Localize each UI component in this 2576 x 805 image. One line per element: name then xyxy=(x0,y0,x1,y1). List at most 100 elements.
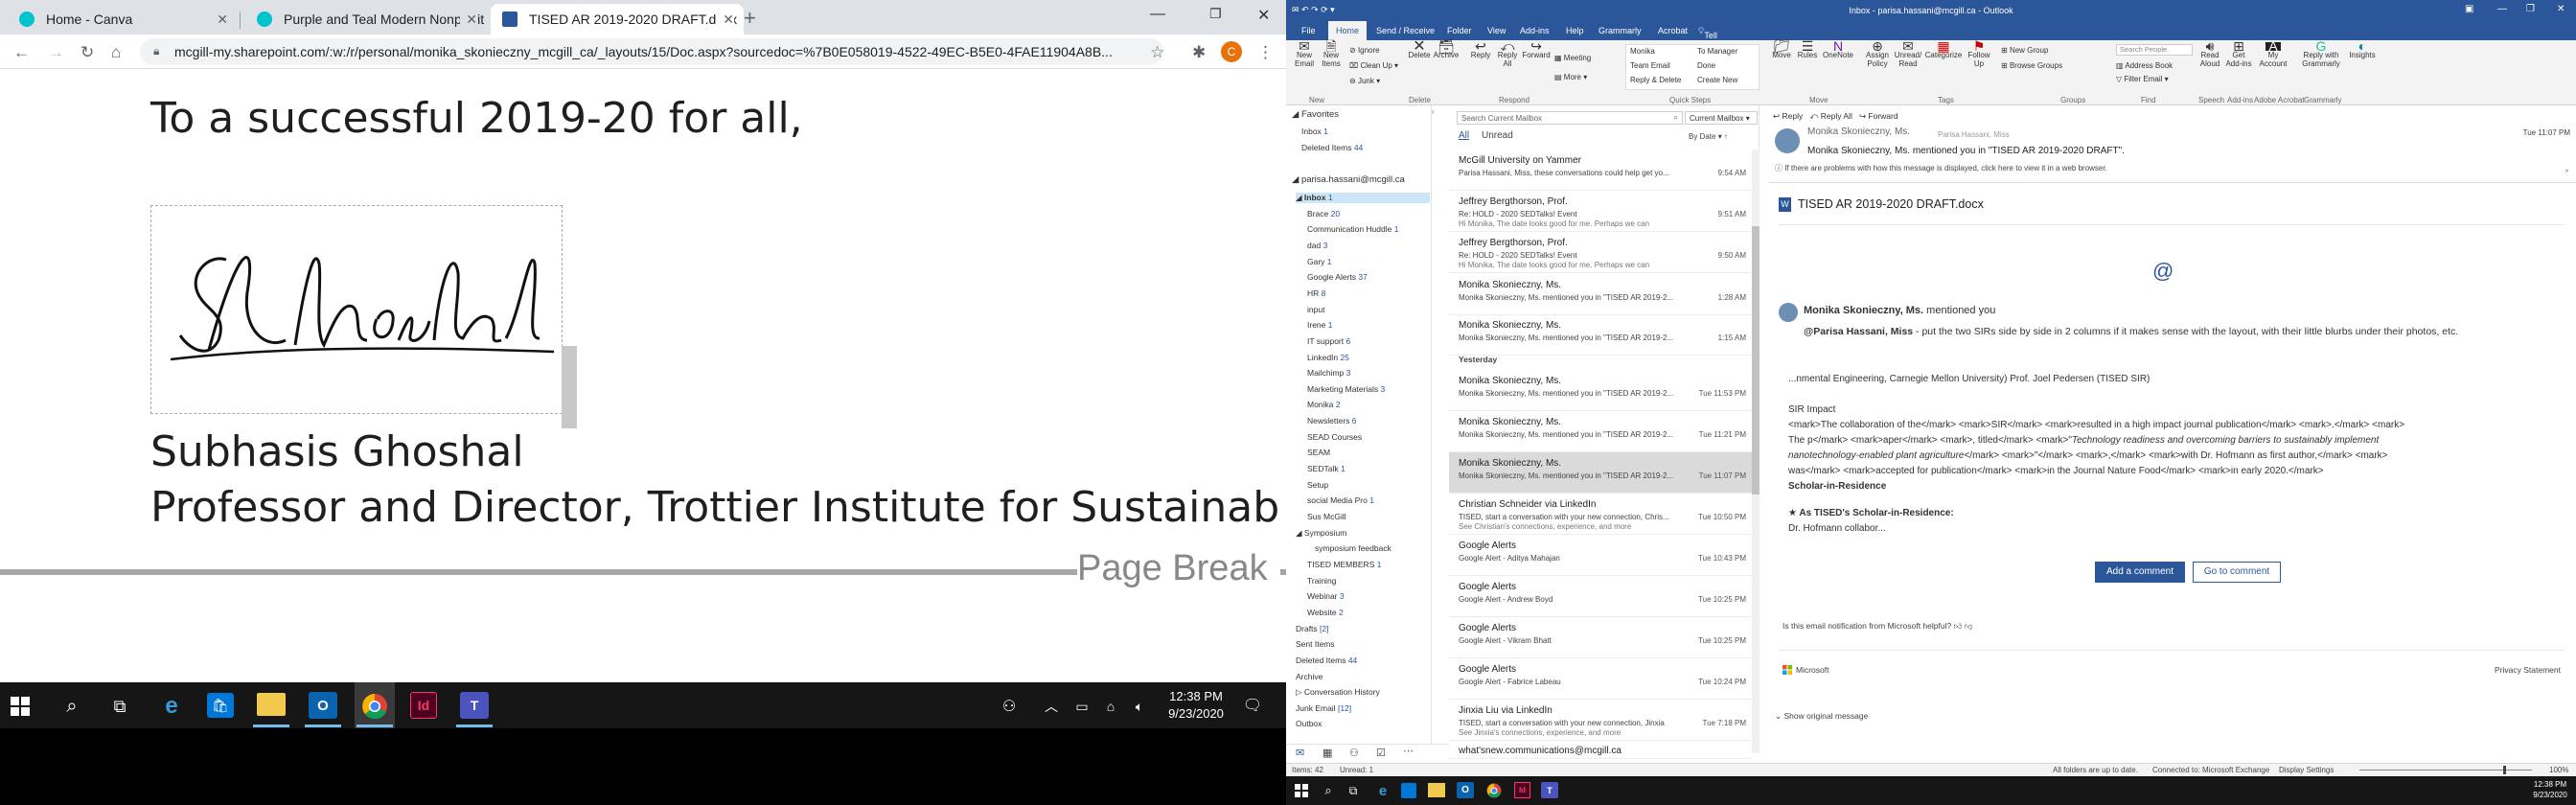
message-row[interactable]: what'snew.communications@mcgill.ca xyxy=(1449,746,1752,759)
show-hidden-icons-icon[interactable]: ︿ xyxy=(1041,696,1062,717)
browse-groups-button[interactable]: ⊞ Browse Groups xyxy=(2001,61,2062,70)
read-aloud-button[interactable]: 🔊︎ Read Aloud xyxy=(2196,39,2223,68)
close-window-icon[interactable]: ✕ xyxy=(1257,6,1270,25)
search-icon[interactable]: ⌕ xyxy=(1321,783,1336,798)
zoom-thumb[interactable] xyxy=(2503,766,2506,774)
url-bar[interactable]: 🔒︎ mcgill-my.sharepoint.com/:w:/r/person… xyxy=(140,38,1163,65)
message-row[interactable]: Google Alerts Google Alert - Andrew Boyd T… xyxy=(1449,576,1752,617)
qs-create-new[interactable]: Create New xyxy=(1697,76,1737,84)
folder-item[interactable]: ◢ Inbox 1 xyxy=(1296,193,1430,203)
scrollbar-thumb[interactable] xyxy=(1752,226,1760,494)
search-mailbox-input[interactable]: Search Current Mailbox ⌕ xyxy=(1457,111,1683,125)
folder-item[interactable]: Newsletters 6 xyxy=(1307,416,1357,426)
add-comment-button[interactable]: Add a comment xyxy=(2095,562,2185,583)
message-row[interactable]: Google Alerts Google Alert - Fabrice Labe… xyxy=(1449,658,1752,700)
list-scrollbar[interactable] xyxy=(1752,150,1760,753)
folder-item[interactable]: input xyxy=(1307,305,1324,314)
new-email-button[interactable]: ✉ New Email xyxy=(1292,39,1317,68)
ribbon-display-icon[interactable]: ▣ xyxy=(2465,4,2473,14)
tab-grammarly[interactable]: Grammarly xyxy=(1598,26,1642,35)
collapse-pane-icon[interactable]: ‹ xyxy=(1432,107,1439,116)
folder-item[interactable]: ◢ Symposium xyxy=(1296,528,1346,539)
close-tab-icon[interactable]: ✕ xyxy=(217,12,228,28)
folder-item[interactable]: Website 2 xyxy=(1307,608,1344,617)
windows-start-icon[interactable] xyxy=(1294,783,1309,798)
folder-item[interactable]: Google Alerts 37 xyxy=(1307,272,1368,282)
new-group-button[interactable]: ⊞ New Group xyxy=(2001,46,2048,55)
group-header-yesterday[interactable]: Yesterday xyxy=(1459,355,1497,364)
thumbs-up-icon[interactable]: 👍︎ xyxy=(1954,621,1963,631)
folder-item[interactable]: SEAM xyxy=(1307,448,1330,457)
network-icon[interactable]: ⌂ xyxy=(1100,696,1121,717)
ignore-button[interactable]: ⊘ Ignore xyxy=(1349,46,1380,55)
tab-view[interactable]: View xyxy=(1487,26,1506,35)
folder-item[interactable]: Setup xyxy=(1307,480,1328,490)
folder-item[interactable]: Drafts [2] xyxy=(1296,624,1329,633)
chrome-icon[interactable] xyxy=(360,692,389,721)
reading-forward-button[interactable]: ↪ Forward xyxy=(1859,111,1898,121)
folder-item[interactable]: symposium feedback xyxy=(1315,543,1392,553)
folder-item[interactable]: Communication Huddle 1 xyxy=(1307,224,1398,234)
folder-item[interactable]: ▷ Conversation History xyxy=(1296,687,1380,698)
tab-canva-nonprofit[interactable]: Purple and Teal Modern Nonprofit ✕ xyxy=(245,4,487,34)
battery-icon[interactable]: ▭ xyxy=(1071,696,1092,717)
address-book-button[interactable]: ▥ Address Book xyxy=(2116,61,2173,70)
task-view-icon[interactable]: ⧉ xyxy=(1346,783,1361,798)
filter-unread[interactable]: Unread xyxy=(1482,130,1513,141)
meeting-button[interactable]: ▦ Meeting xyxy=(1554,54,1591,62)
home-icon[interactable]: ⌂ xyxy=(111,43,121,62)
tab-acrobat[interactable]: Acrobat xyxy=(1658,26,1688,35)
folder-item[interactable]: dad 3 xyxy=(1307,241,1327,250)
edge-icon[interactable]: e xyxy=(157,692,186,721)
chrome-icon[interactable] xyxy=(1485,782,1503,799)
categorize-button[interactable]: ▦ Categorize xyxy=(1924,39,1963,59)
message-row[interactable]: Monika Skonieczny, Ms. Monika Skonieczny,… xyxy=(1449,274,1752,315)
more-button[interactable]: ▤ More ▾ xyxy=(1554,73,1587,81)
system-clock[interactable]: 12:38 PM 9/23/2020 xyxy=(2528,779,2572,800)
message-row[interactable]: Jeffrey Bergthorson, Prof. Re: HOLD - 202… xyxy=(1449,232,1752,273)
insights-button[interactable]: ◐ Insights xyxy=(2348,39,2377,59)
minimize-icon[interactable]: — xyxy=(1150,6,1165,23)
message-row[interactable]: Christian Schneider via LinkedIn TISED, s… xyxy=(1449,494,1752,535)
folder-item[interactable]: Irene 1 xyxy=(1307,320,1332,330)
extensions-icon[interactable]: ✱ xyxy=(1192,43,1206,62)
assign-policy-button[interactable]: ⊕ Assign Policy xyxy=(1863,39,1892,68)
message-row[interactable]: Jinxia Liu via LinkedIn TISED, start a co… xyxy=(1449,700,1752,741)
mail-icon[interactable]: ✉ xyxy=(1296,747,1304,759)
document-title[interactable]: TISED AR 2019-2020 DRAFT.docx xyxy=(1798,197,1984,211)
calendar-icon[interactable]: ▦ xyxy=(1322,747,1332,759)
message-row[interactable]: Monika Skonieczny, Ms. Monika Skonieczny,… xyxy=(1449,411,1752,452)
folder-item[interactable]: Sent Items xyxy=(1296,639,1335,649)
reading-reply-button[interactable]: ↩ Reply xyxy=(1773,111,1803,121)
folder-item[interactable]: Archive xyxy=(1296,672,1322,681)
display-info-bar[interactable]: ⓘ If there are problems with how this me… xyxy=(1775,163,2107,173)
reply-all-button[interactable]: ⤺ Reply All xyxy=(1495,39,1520,68)
profile-avatar[interactable]: C xyxy=(1221,41,1242,62)
tab-help[interactable]: Help xyxy=(1566,26,1584,35)
reading-reply-all-button[interactable]: ⤺ Reply All xyxy=(1809,111,1852,121)
folder-item[interactable]: LinkedIn 25 xyxy=(1307,353,1349,362)
qs-team-email[interactable]: Team Email xyxy=(1630,61,1670,70)
tab-folder[interactable]: Folder xyxy=(1447,26,1472,35)
sort-dropdown[interactable]: By Date ▾ ↑ xyxy=(1689,132,1728,141)
move-button[interactable]: 📁︎ Move xyxy=(1769,39,1794,59)
new-items-button[interactable]: 🗎︎ New Items xyxy=(1319,39,1344,68)
more-apps-icon[interactable]: ⋯ xyxy=(1403,745,1414,757)
favorites-header[interactable]: ◢ Favorites xyxy=(1292,109,1339,120)
account-header[interactable]: ◢ parisa.hassani@mcgill.ca xyxy=(1292,174,1405,185)
restore-icon[interactable]: ❐ xyxy=(1209,6,1222,22)
message-row[interactable]: Monika Skonieczny, Ms. Monika Skonieczny,… xyxy=(1449,452,1752,494)
folder-item[interactable]: Mailchimp 3 xyxy=(1307,368,1350,378)
thumbs-down-icon[interactable]: 👎︎ xyxy=(1965,621,1973,631)
forward-button[interactable]: ↪ Forward xyxy=(1522,39,1551,59)
clean-up-button[interactable]: ⌧ Clean Up ▾ xyxy=(1349,61,1398,70)
people-icon[interactable]: ⚇ xyxy=(999,696,1020,717)
unread-read-button[interactable]: ✉ Unread/ Read xyxy=(1894,39,1922,68)
close-tab-icon[interactable]: ✕ xyxy=(460,12,477,28)
get-addins-button[interactable]: ⊞ Get Add-ins xyxy=(2225,39,2252,68)
close-tab-icon[interactable]: ✕ xyxy=(717,12,734,28)
my-account-button[interactable]: A My Account xyxy=(2256,39,2290,68)
folder-item[interactable]: Monika 2 xyxy=(1307,400,1341,409)
fav-inbox[interactable]: Inbox 1 xyxy=(1301,126,1328,136)
tab-canva-home[interactable]: Home - Canva ✕ xyxy=(8,4,238,34)
